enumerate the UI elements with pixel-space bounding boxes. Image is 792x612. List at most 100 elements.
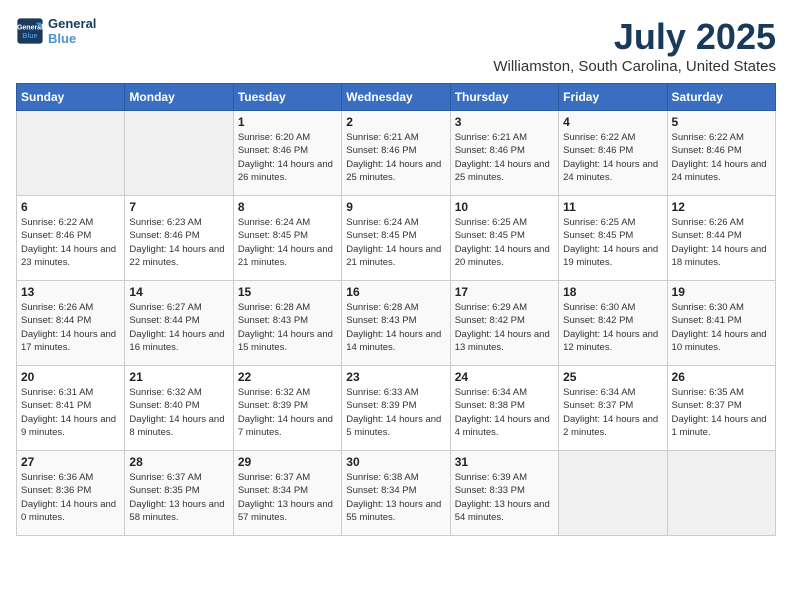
logo-icon: General Blue — [16, 17, 44, 45]
cell-info: Sunrise: 6:26 AM Sunset: 8:44 PM Dayligh… — [21, 301, 120, 354]
calendar-week-row: 13 Sunrise: 6:26 AM Sunset: 8:44 PM Dayli… — [17, 281, 776, 366]
calendar-cell: 4Sunrise: 6:22 AM Sunset: 8:46 PM Daylig… — [559, 111, 667, 196]
calendar-week-row: 20 Sunrise: 6:31 AM Sunset: 8:41 PM Dayli… — [17, 366, 776, 451]
cell-info: Sunrise: 6:28 AM Sunset: 8:43 PM Dayligh… — [238, 301, 337, 354]
day-number: 23 — [346, 370, 445, 384]
calendar-table: SundayMondayTuesdayWednesdayThursdayFrid… — [16, 83, 776, 536]
calendar-week-row: 27Sunrise: 6:36 AM Sunset: 8:36 PM Dayli… — [17, 451, 776, 536]
calendar-cell: 8 Sunrise: 6:24 AM Sunset: 8:45 PM Daylig… — [233, 196, 341, 281]
calendar-cell: 18 Sunrise: 6:30 AM Sunset: 8:42 PM Dayli… — [559, 281, 667, 366]
calendar-cell — [559, 451, 667, 536]
calendar-cell: 2Sunrise: 6:21 AM Sunset: 8:46 PM Daylig… — [342, 111, 450, 196]
calendar-cell: 25 Sunrise: 6:34 AM Sunset: 8:37 PM Dayli… — [559, 366, 667, 451]
cell-info: Sunrise: 6:32 AM Sunset: 8:40 PM Dayligh… — [129, 386, 228, 439]
day-number: 20 — [21, 370, 120, 384]
calendar-cell: 27Sunrise: 6:36 AM Sunset: 8:36 PM Dayli… — [17, 451, 125, 536]
weekday-header: Tuesday — [233, 84, 341, 111]
calendar-cell: 19 Sunrise: 6:30 AM Sunset: 8:41 PM Dayli… — [667, 281, 775, 366]
calendar-cell: 26Sunrise: 6:35 AM Sunset: 8:37 PM Dayli… — [667, 366, 775, 451]
cell-info: Sunrise: 6:22 AM Sunset: 8:46 PM Dayligh… — [21, 216, 120, 269]
cell-info: Sunrise: 6:28 AM Sunset: 8:43 PM Dayligh… — [346, 301, 445, 354]
day-number: 26 — [672, 370, 771, 384]
header: General Blue General Blue July 2025 Will… — [16, 16, 776, 75]
day-number: 31 — [455, 455, 554, 469]
calendar-week-row: 6 Sunrise: 6:22 AM Sunset: 8:46 PM Daylig… — [17, 196, 776, 281]
cell-info: Sunrise: 6:23 AM Sunset: 8:46 PM Dayligh… — [129, 216, 228, 269]
calendar-cell: 5 Sunrise: 6:22 AM Sunset: 8:46 PM Daylig… — [667, 111, 775, 196]
day-number: 13 — [21, 285, 120, 299]
day-number: 16 — [346, 285, 445, 299]
day-number: 22 — [238, 370, 337, 384]
calendar-cell: 23 Sunrise: 6:33 AM Sunset: 8:39 PM Dayli… — [342, 366, 450, 451]
cell-info: Sunrise: 6:24 AM Sunset: 8:45 PM Dayligh… — [238, 216, 337, 269]
header-row: SundayMondayTuesdayWednesdayThursdayFrid… — [17, 84, 776, 111]
calendar-cell: 21Sunrise: 6:32 AM Sunset: 8:40 PM Dayli… — [125, 366, 233, 451]
calendar-cell: 9 Sunrise: 6:24 AM Sunset: 8:45 PM Daylig… — [342, 196, 450, 281]
cell-info: Sunrise: 6:33 AM Sunset: 8:39 PM Dayligh… — [346, 386, 445, 439]
calendar-cell: 14 Sunrise: 6:27 AM Sunset: 8:44 PM Dayli… — [125, 281, 233, 366]
calendar-cell: 16 Sunrise: 6:28 AM Sunset: 8:43 PM Dayli… — [342, 281, 450, 366]
calendar-cell: 29Sunrise: 6:37 AM Sunset: 8:34 PM Dayli… — [233, 451, 341, 536]
calendar-cell: 22 Sunrise: 6:32 AM Sunset: 8:39 PM Dayli… — [233, 366, 341, 451]
weekday-header: Sunday — [17, 84, 125, 111]
location: Williamston, South Carolina, United Stat… — [493, 58, 776, 75]
cell-info: Sunrise: 6:32 AM Sunset: 8:39 PM Dayligh… — [238, 386, 337, 439]
month-title: July 2025 — [493, 16, 776, 58]
cell-info: Sunrise: 6:30 AM Sunset: 8:41 PM Dayligh… — [672, 301, 771, 354]
logo-text: General Blue — [48, 16, 96, 46]
cell-info: Sunrise: 6:39 AM Sunset: 8:33 PM Dayligh… — [455, 471, 554, 524]
cell-info: Sunrise: 6:29 AM Sunset: 8:42 PM Dayligh… — [455, 301, 554, 354]
calendar-cell: 6 Sunrise: 6:22 AM Sunset: 8:46 PM Daylig… — [17, 196, 125, 281]
weekday-header: Thursday — [450, 84, 558, 111]
calendar-cell: 3 Sunrise: 6:21 AM Sunset: 8:46 PM Daylig… — [450, 111, 558, 196]
calendar-cell: 28Sunrise: 6:37 AM Sunset: 8:35 PM Dayli… — [125, 451, 233, 536]
day-number: 14 — [129, 285, 228, 299]
calendar-cell: 1Sunrise: 6:20 AM Sunset: 8:46 PM Daylig… — [233, 111, 341, 196]
day-number: 5 — [672, 115, 771, 129]
logo: General Blue General Blue — [16, 16, 96, 46]
calendar-cell: 20 Sunrise: 6:31 AM Sunset: 8:41 PM Dayli… — [17, 366, 125, 451]
cell-info: Sunrise: 6:34 AM Sunset: 8:37 PM Dayligh… — [563, 386, 662, 439]
day-number: 15 — [238, 285, 337, 299]
day-number: 9 — [346, 200, 445, 214]
cell-info: Sunrise: 6:34 AM Sunset: 8:38 PM Dayligh… — [455, 386, 554, 439]
cell-info: Sunrise: 6:37 AM Sunset: 8:35 PM Dayligh… — [129, 471, 228, 524]
day-number: 19 — [672, 285, 771, 299]
day-number: 2 — [346, 115, 445, 129]
weekday-header: Monday — [125, 84, 233, 111]
cell-info: Sunrise: 6:27 AM Sunset: 8:44 PM Dayligh… — [129, 301, 228, 354]
calendar-cell: 24Sunrise: 6:34 AM Sunset: 8:38 PM Dayli… — [450, 366, 558, 451]
cell-info: Sunrise: 6:21 AM Sunset: 8:46 PM Dayligh… — [455, 131, 554, 184]
calendar-cell: 10Sunrise: 6:25 AM Sunset: 8:45 PM Dayli… — [450, 196, 558, 281]
calendar-week-row: 1Sunrise: 6:20 AM Sunset: 8:46 PM Daylig… — [17, 111, 776, 196]
day-number: 29 — [238, 455, 337, 469]
calendar-cell: 13 Sunrise: 6:26 AM Sunset: 8:44 PM Dayli… — [17, 281, 125, 366]
calendar-cell — [17, 111, 125, 196]
weekday-header: Saturday — [667, 84, 775, 111]
svg-text:Blue: Blue — [22, 33, 37, 40]
day-number: 30 — [346, 455, 445, 469]
day-number: 11 — [563, 200, 662, 214]
day-number: 25 — [563, 370, 662, 384]
day-number: 18 — [563, 285, 662, 299]
cell-info: Sunrise: 6:30 AM Sunset: 8:42 PM Dayligh… — [563, 301, 662, 354]
cell-info: Sunrise: 6:22 AM Sunset: 8:46 PM Dayligh… — [672, 131, 771, 184]
cell-info: Sunrise: 6:25 AM Sunset: 8:45 PM Dayligh… — [563, 216, 662, 269]
cell-info: Sunrise: 6:38 AM Sunset: 8:34 PM Dayligh… — [346, 471, 445, 524]
cell-info: Sunrise: 6:20 AM Sunset: 8:46 PM Dayligh… — [238, 131, 337, 184]
cell-info: Sunrise: 6:26 AM Sunset: 8:44 PM Dayligh… — [672, 216, 771, 269]
day-number: 3 — [455, 115, 554, 129]
day-number: 12 — [672, 200, 771, 214]
day-number: 17 — [455, 285, 554, 299]
day-number: 8 — [238, 200, 337, 214]
calendar-cell — [125, 111, 233, 196]
cell-info: Sunrise: 6:31 AM Sunset: 8:41 PM Dayligh… — [21, 386, 120, 439]
day-number: 6 — [21, 200, 120, 214]
day-number: 4 — [563, 115, 662, 129]
day-number: 7 — [129, 200, 228, 214]
calendar-cell: 12 Sunrise: 6:26 AM Sunset: 8:44 PM Dayli… — [667, 196, 775, 281]
cell-info: Sunrise: 6:24 AM Sunset: 8:45 PM Dayligh… — [346, 216, 445, 269]
day-number: 10 — [455, 200, 554, 214]
calendar-cell: 17 Sunrise: 6:29 AM Sunset: 8:42 PM Dayli… — [450, 281, 558, 366]
weekday-header: Friday — [559, 84, 667, 111]
